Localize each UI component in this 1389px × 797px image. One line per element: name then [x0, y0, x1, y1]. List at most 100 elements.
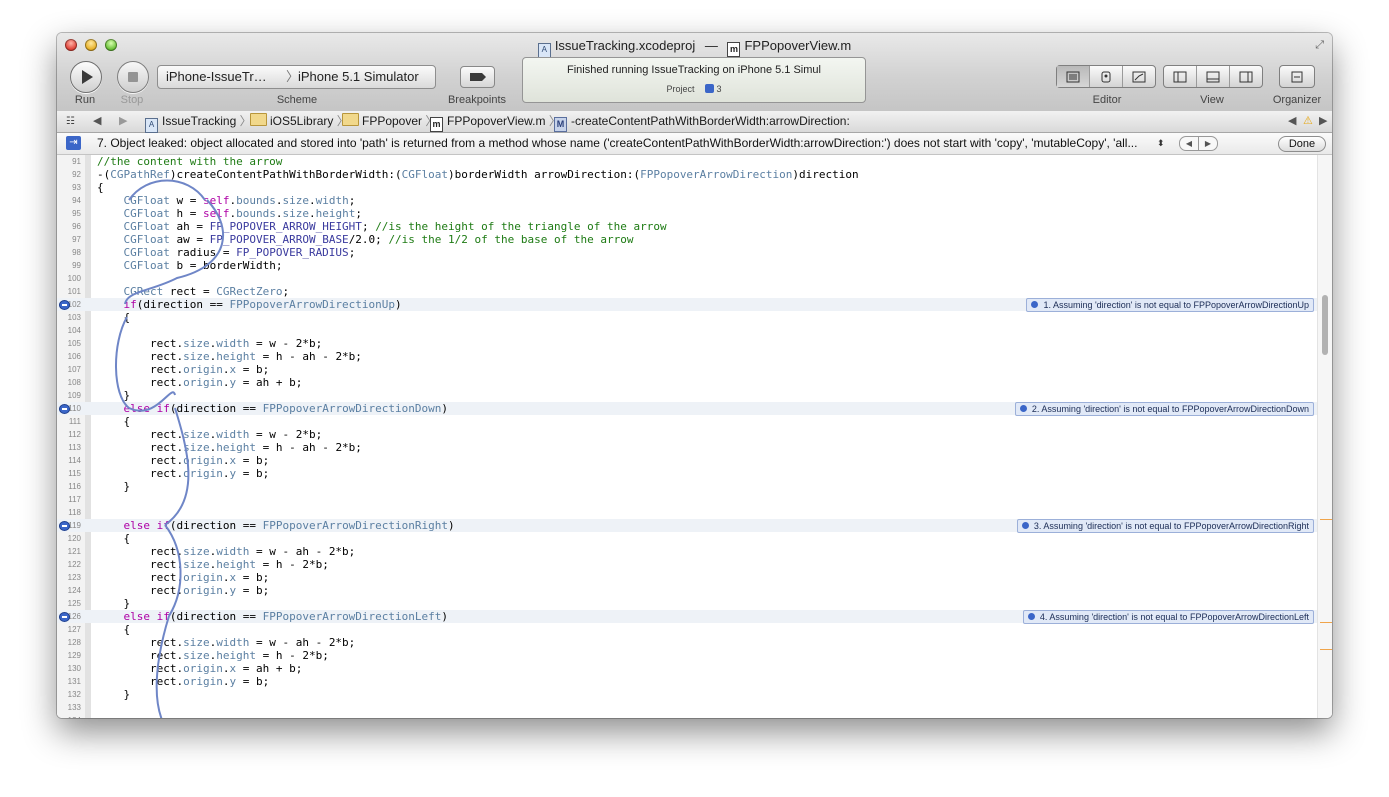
code-text[interactable]: rect.origin.y = ah + b;: [97, 376, 302, 389]
analyzer-path-annotation[interactable]: 1. Assuming 'direction' is not equal to …: [1026, 298, 1314, 312]
code-text[interactable]: rect.origin.x = b;: [97, 571, 269, 584]
code-line[interactable]: 130 rect.origin.x = ah + b;: [57, 662, 1317, 675]
code-line[interactable]: 118: [57, 506, 1317, 519]
line-number[interactable]: 121: [57, 545, 81, 558]
breadcrumb-group-fppopover[interactable]: FPPopover 〉: [342, 111, 437, 132]
code-line[interactable]: 133: [57, 701, 1317, 714]
code-line[interactable]: 95 CGFloat h = self.bounds.size.height;: [57, 207, 1317, 220]
analyzer-path-annotation[interactable]: 4. Assuming 'direction' is not equal to …: [1022, 610, 1314, 624]
scheme-target[interactable]: iPhone-IssueTr…: [166, 66, 267, 88]
line-number[interactable]: 116: [57, 480, 81, 493]
code-text[interactable]: CGFloat aw = FP_POPOVER_ARROW_BASE/2.0; …: [97, 233, 634, 246]
analyzer-step-marker-icon[interactable]: [59, 404, 70, 414]
code-line[interactable]: 123 rect.origin.x = b;: [57, 571, 1317, 584]
line-number[interactable]: 109: [57, 389, 81, 402]
code-line[interactable]: 128 rect.size.width = w - ah - 2*b;: [57, 636, 1317, 649]
line-number[interactable]: 127: [57, 623, 81, 636]
line-number[interactable]: 91: [57, 155, 81, 168]
issue-nav-back-icon[interactable]: ◀: [1288, 111, 1296, 132]
code-line[interactable]: 116 }: [57, 480, 1317, 493]
code-line[interactable]: 132 }: [57, 688, 1317, 701]
line-number[interactable]: 96: [57, 220, 81, 233]
warning-icon[interactable]: ⚠: [1303, 111, 1313, 132]
code-text[interactable]: }: [97, 688, 130, 701]
code-text[interactable]: rect.size.width = w - 2*b;: [97, 428, 322, 441]
line-number[interactable]: 100: [57, 272, 81, 285]
code-line[interactable]: 93 {: [57, 181, 1317, 194]
code-line[interactable]: 129 rect.size.height = h - 2*b;: [57, 649, 1317, 662]
code-text[interactable]: rect.origin.y = b;: [97, 584, 269, 597]
code-text[interactable]: }: [97, 389, 130, 402]
code-text[interactable]: rect.size.height = h - ah - 2*b;: [97, 350, 362, 363]
line-number[interactable]: 130: [57, 662, 81, 675]
line-number[interactable]: 111: [57, 415, 81, 428]
code-line[interactable]: 113 rect.size.height = h - ah - 2*b;: [57, 441, 1317, 454]
code-line[interactable]: 107 rect.origin.x = b;: [57, 363, 1317, 376]
fullscreen-icon[interactable]: ⤢: [1315, 39, 1324, 52]
code-line[interactable]: 120 {: [57, 532, 1317, 545]
code-text[interactable]: CGFloat ah = FP_POPOVER_ARROW_HEIGHT; //…: [97, 220, 667, 233]
breadcrumb-project[interactable]: A IssueTracking 〉: [145, 111, 252, 133]
assistant-editor-icon[interactable]: [1090, 66, 1123, 87]
line-number[interactable]: 131: [57, 675, 81, 688]
code-text[interactable]: rect.size.height = h - 2*b;: [97, 558, 329, 571]
code-line[interactable]: 108 rect.origin.y = ah + b;: [57, 376, 1317, 389]
line-number[interactable]: 134: [57, 714, 81, 718]
line-number[interactable]: 99: [57, 259, 81, 272]
code-text[interactable]: rect.origin.y = b;: [97, 675, 269, 688]
related-items-icon[interactable]: ☷: [66, 111, 75, 132]
code-text[interactable]: if(direction == FPPopoverArrowDirectionU…: [97, 298, 402, 311]
code-text[interactable]: rect.origin.x = ah + b;: [97, 662, 302, 675]
standard-editor-icon[interactable]: [1057, 66, 1090, 87]
breadcrumb-method[interactable]: M -createContentPathWithBorderWidth:arrow…: [554, 111, 850, 132]
line-number[interactable]: 133: [57, 701, 81, 714]
code-text[interactable]: rect.origin.y = b;: [97, 467, 269, 480]
code-line[interactable]: 101 CGRect rect = CGRectZero;: [57, 285, 1317, 298]
code-text[interactable]: else if(direction == FPPopoverArrowDirec…: [97, 519, 455, 532]
code-line[interactable]: 106 rect.size.height = h - ah - 2*b;: [57, 350, 1317, 363]
issue-marker[interactable]: [1320, 649, 1332, 650]
code-line[interactable]: 114 rect.origin.x = b;: [57, 454, 1317, 467]
code-text[interactable]: {: [97, 311, 130, 324]
issue-nav-forward-icon[interactable]: ▶: [1319, 111, 1327, 132]
editor-segmented-control[interactable]: [1056, 65, 1156, 88]
code-line[interactable]: 99 CGFloat b = borderWidth;: [57, 259, 1317, 272]
source-editor[interactable]: 91 //the content with the arrow 92 -(CGPath…: [57, 155, 1332, 718]
code-line[interactable]: 109 }: [57, 389, 1317, 402]
code-line[interactable]: 115 rect.origin.y = b;: [57, 467, 1317, 480]
code-line[interactable]: 94 CGFloat w = self.bounds.size.width;: [57, 194, 1317, 207]
code-text[interactable]: CGFloat h = self.bounds.size.height;: [97, 207, 362, 220]
code-line[interactable]: 110 else if(direction == FPPopoverArrowD…: [57, 402, 1317, 416]
line-number[interactable]: 106: [57, 350, 81, 363]
line-number[interactable]: 101: [57, 285, 81, 298]
code-line[interactable]: 121 rect.size.width = w - ah - 2*b;: [57, 545, 1317, 558]
line-number[interactable]: 118: [57, 506, 81, 519]
analyzer-path-annotation[interactable]: 3. Assuming 'direction' is not equal to …: [1016, 519, 1314, 533]
line-number[interactable]: 104: [57, 324, 81, 337]
step-forward-button[interactable]: ▶: [1198, 136, 1218, 151]
code-text[interactable]: //the content with the arrow: [97, 155, 282, 168]
line-number[interactable]: 114: [57, 454, 81, 467]
code-text[interactable]: {: [97, 623, 130, 636]
analyzer-step-marker-icon[interactable]: [59, 612, 70, 622]
breadcrumb-group-ios5library[interactable]: iOS5Library 〉: [250, 111, 349, 132]
issue-stepper-icon[interactable]: ⬍: [1157, 133, 1165, 154]
line-number[interactable]: 124: [57, 584, 81, 597]
code-text[interactable]: -(CGPathRef)createContentPathWithBorderW…: [97, 168, 859, 181]
view-segmented-control[interactable]: [1163, 65, 1263, 88]
line-number[interactable]: 122: [57, 558, 81, 571]
line-number[interactable]: 107: [57, 363, 81, 376]
line-number[interactable]: 98: [57, 246, 81, 259]
analyzer-issue-icon[interactable]: [705, 84, 714, 93]
code-line[interactable]: 125 }: [57, 597, 1317, 610]
code-text[interactable]: }: [97, 480, 130, 493]
line-number[interactable]: 112: [57, 428, 81, 441]
done-button[interactable]: Done: [1278, 136, 1326, 152]
code-line[interactable]: 131 rect.origin.y = b;: [57, 675, 1317, 688]
line-number[interactable]: 105: [57, 337, 81, 350]
code-line[interactable]: 119 else if(direction == FPPopoverArrowD…: [57, 519, 1317, 533]
line-number[interactable]: 97: [57, 233, 81, 246]
line-number[interactable]: 115: [57, 467, 81, 480]
code-line[interactable]: 96 CGFloat ah = FP_POPOVER_ARROW_HEIGHT;…: [57, 220, 1317, 233]
back-arrow-icon[interactable]: ◀: [93, 111, 101, 132]
